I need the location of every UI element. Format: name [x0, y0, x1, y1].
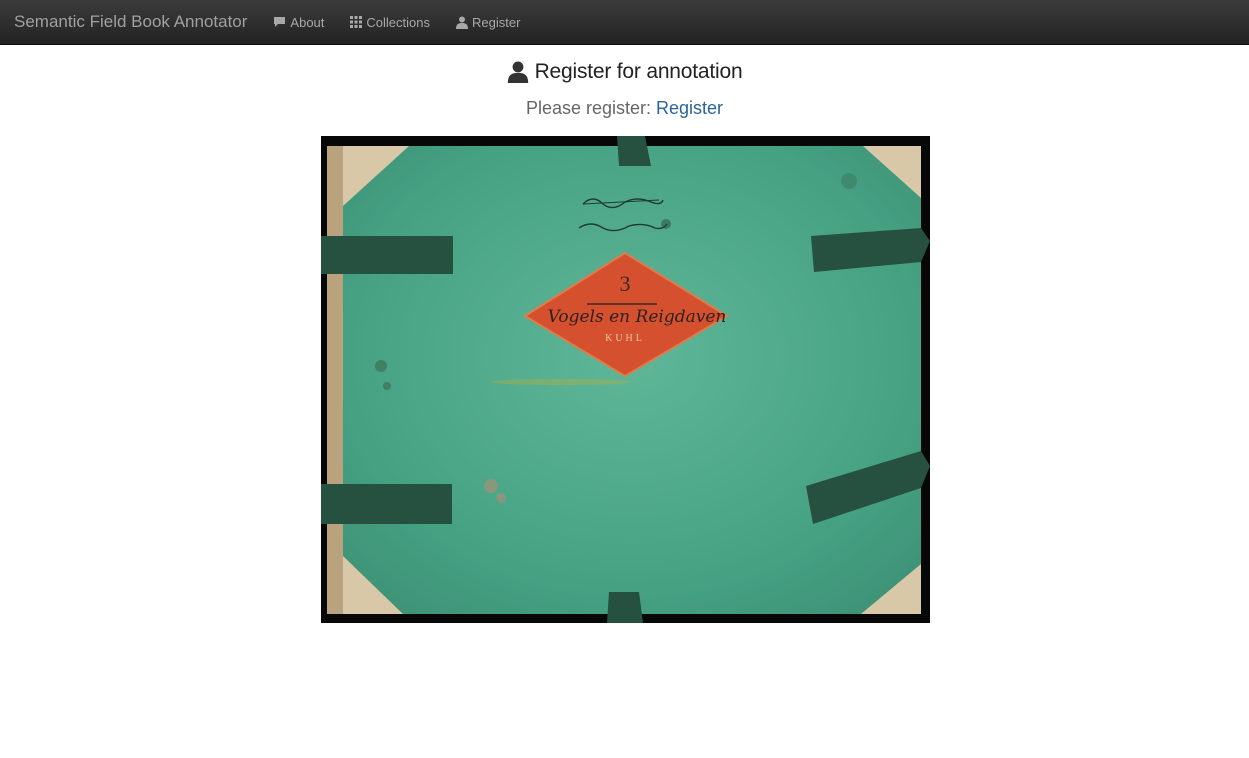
nav-register[interactable]: Register — [443, 0, 533, 45]
nav-register-label: Register — [472, 14, 521, 30]
register-prompt-text: Please register: — [525, 98, 657, 118]
nav-about[interactable]: About — [260, 0, 337, 45]
register-link[interactable]: Register — [656, 98, 723, 118]
page-title: Register for annotation — [507, 60, 743, 84]
label-name: KUHL — [605, 333, 645, 344]
field-book-cover-image: 3 Vogels en Reigdaven KUHL — [321, 136, 930, 623]
heading-row: Register for annotation — [0, 60, 1249, 84]
user-icon — [507, 61, 528, 83]
nav-about-label: About — [290, 14, 325, 30]
nav-collections-label: Collections — [366, 14, 430, 30]
label-script: Vogels en Reigdaven — [548, 307, 727, 327]
grid-icon — [350, 16, 363, 28]
nav-collections[interactable]: Collections — [337, 0, 443, 45]
user-icon — [456, 16, 468, 29]
brand-link[interactable]: Semantic Field Book Annotator — [0, 12, 260, 32]
label-number: 3 — [620, 271, 631, 296]
top-navbar: Semantic Field Book Annotator About Coll… — [0, 0, 1249, 45]
page-title-text: Register for annotation — [534, 60, 743, 83]
comment-icon — [274, 17, 286, 27]
register-prompt: Please register: Register — [0, 98, 1249, 119]
